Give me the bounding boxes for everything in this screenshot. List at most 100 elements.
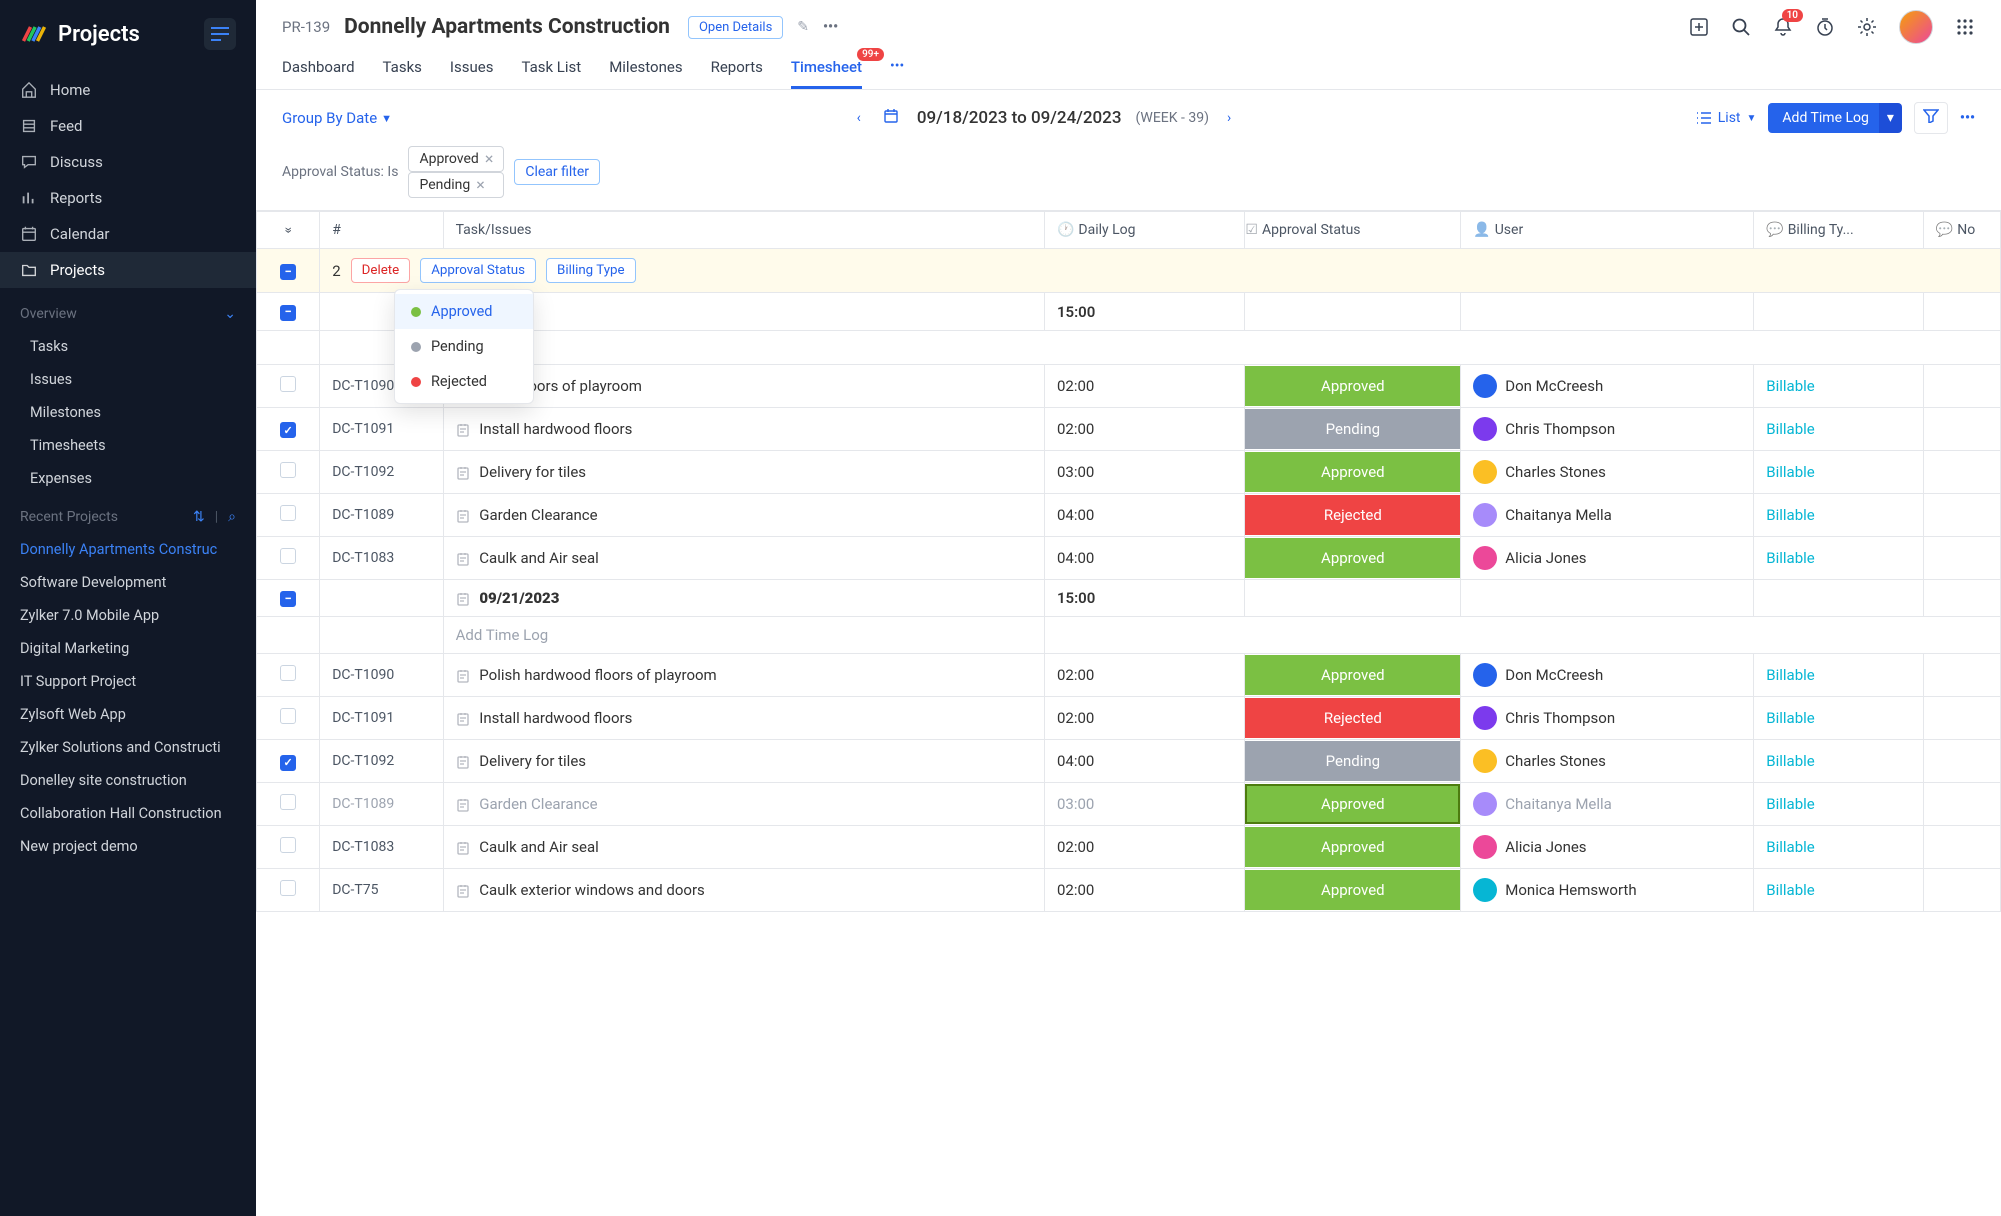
billing-cell[interactable]: Billable: [1754, 493, 1924, 536]
select-partial-checkbox[interactable]: [280, 264, 296, 280]
recent-project-item[interactable]: Zylker 7.0 Mobile App: [0, 599, 256, 632]
billing-cell[interactable]: Billable: [1754, 536, 1924, 579]
tab-timesheet[interactable]: Timesheet99+: [791, 54, 862, 89]
recent-project-item[interactable]: IT Support Project: [0, 665, 256, 698]
task-cell[interactable]: Garden Clearance: [443, 783, 1044, 826]
tab-tasks[interactable]: Tasks: [383, 54, 422, 89]
remove-chip-icon[interactable]: ×: [485, 151, 494, 167]
col-billing[interactable]: 💬Billing Ty...: [1754, 212, 1924, 249]
status-cell[interactable]: Pending: [1245, 407, 1461, 450]
nav-calendar[interactable]: Calendar: [0, 216, 256, 252]
add-time-log-button[interactable]: Add Time Log: [1768, 103, 1882, 133]
user-cell[interactable]: Alicia Jones: [1461, 536, 1754, 579]
more-tabs[interactable]: •••: [890, 54, 904, 89]
billing-cell[interactable]: Billable: [1754, 697, 1924, 740]
user-cell[interactable]: Alicia Jones: [1461, 826, 1754, 869]
filter-button[interactable]: [1914, 102, 1948, 134]
billing-cell[interactable]: Billable: [1754, 654, 1924, 697]
timer-icon[interactable]: [1815, 17, 1835, 37]
user-cell[interactable]: Charles Stones: [1461, 450, 1754, 493]
apps-icon[interactable]: [1955, 17, 1975, 37]
col-daily-log[interactable]: 🕐Daily Log: [1044, 212, 1244, 249]
row-checkbox[interactable]: [280, 665, 296, 681]
status-cell[interactable]: Approved: [1245, 869, 1461, 912]
prev-week-button[interactable]: ‹: [853, 106, 865, 130]
task-cell[interactable]: Polish hardwood floors of playroom: [443, 654, 1044, 697]
nav-feed[interactable]: Feed: [0, 108, 256, 144]
group-by-dropdown[interactable]: Group By Date ▼: [282, 109, 392, 127]
more-icon[interactable]: •••: [823, 19, 838, 35]
gear-icon[interactable]: [1857, 17, 1877, 37]
status-cell[interactable]: Approved: [1245, 450, 1461, 493]
row-checkbox[interactable]: [280, 422, 296, 438]
billing-cell[interactable]: Billable: [1754, 826, 1924, 869]
billing-cell[interactable]: Billable: [1754, 364, 1924, 407]
status-cell[interactable]: Rejected: [1245, 493, 1461, 536]
approval-status-button[interactable]: Approval Status: [420, 258, 536, 283]
status-cell[interactable]: Rejected: [1245, 697, 1461, 740]
user-cell[interactable]: Chaitanya Mella: [1461, 783, 1754, 826]
task-cell[interactable]: Garden Clearance: [443, 493, 1044, 536]
menu-toggle[interactable]: [204, 18, 236, 50]
dropdown-option-pending[interactable]: Pending: [395, 329, 533, 364]
search-icon[interactable]: [1731, 17, 1751, 37]
billing-cell[interactable]: Billable: [1754, 740, 1924, 783]
row-checkbox[interactable]: [280, 548, 296, 564]
row-checkbox[interactable]: [280, 376, 296, 392]
search-icon[interactable]: ⌕: [228, 509, 236, 525]
add-log-row[interactable]: Add Time Log: [257, 617, 2001, 654]
overview-milestones[interactable]: Milestones: [0, 396, 256, 429]
overview-timesheets[interactable]: Timesheets: [0, 429, 256, 462]
nav-home[interactable]: Home: [0, 72, 256, 108]
dropdown-option-approved[interactable]: Approved: [395, 294, 533, 329]
more-options-icon[interactable]: •••: [1960, 110, 1975, 126]
row-checkbox[interactable]: [280, 794, 296, 810]
user-cell[interactable]: Monica Hemsworth: [1461, 869, 1754, 912]
col-task[interactable]: Task/Issues: [443, 212, 1044, 249]
user-cell[interactable]: Chris Thompson: [1461, 697, 1754, 740]
recent-project-item[interactable]: Collaboration Hall Construction: [0, 797, 256, 830]
overview-issues[interactable]: Issues: [0, 363, 256, 396]
billing-cell[interactable]: Billable: [1754, 407, 1924, 450]
row-checkbox[interactable]: [280, 708, 296, 724]
tab-milestones[interactable]: Milestones: [609, 54, 682, 89]
billing-type-button[interactable]: Billing Type: [546, 258, 636, 283]
overview-tasks[interactable]: Tasks: [0, 330, 256, 363]
user-cell[interactable]: Don McCreesh: [1461, 654, 1754, 697]
tab-issues[interactable]: Issues: [450, 54, 494, 89]
dropdown-option-rejected[interactable]: Rejected: [395, 364, 533, 399]
collapse-group-button[interactable]: [280, 591, 296, 607]
status-cell[interactable]: Approved: [1245, 826, 1461, 869]
nav-reports[interactable]: Reports: [0, 180, 256, 216]
clear-filter-button[interactable]: Clear filter: [514, 159, 600, 185]
row-checkbox[interactable]: [280, 505, 296, 521]
filter-icon[interactable]: ⇅: [193, 509, 205, 525]
open-details-button[interactable]: Open Details: [688, 16, 783, 39]
recent-project-item[interactable]: New project demo: [0, 830, 256, 863]
row-checkbox[interactable]: [280, 462, 296, 478]
task-cell[interactable]: Install hardwood floors: [443, 697, 1044, 740]
task-cell[interactable]: Delivery for tiles: [443, 450, 1044, 493]
task-cell[interactable]: Caulk and Air seal: [443, 536, 1044, 579]
billing-cell[interactable]: Billable: [1754, 783, 1924, 826]
billing-cell[interactable]: Billable: [1754, 869, 1924, 912]
expand-all-header[interactable]: »: [257, 212, 320, 249]
nav-projects[interactable]: Projects: [0, 252, 256, 288]
status-cell[interactable]: Pending: [1245, 740, 1461, 783]
tab-task-list[interactable]: Task List: [521, 54, 581, 89]
remove-chip-icon[interactable]: ×: [476, 177, 485, 193]
status-cell[interactable]: Approved: [1245, 536, 1461, 579]
col-notes[interactable]: 💬No: [1923, 212, 2000, 249]
status-cell[interactable]: Approved: [1245, 364, 1461, 407]
recent-project-item[interactable]: Zylker Solutions and Constructi: [0, 731, 256, 764]
status-cell[interactable]: Approved: [1245, 654, 1461, 697]
row-checkbox[interactable]: [280, 837, 296, 853]
edit-icon[interactable]: ✎: [797, 19, 809, 35]
recent-project-item[interactable]: Donelley site construction: [0, 764, 256, 797]
status-cell[interactable]: Approved: [1245, 783, 1461, 826]
task-cell[interactable]: Caulk exterior windows and doors: [443, 869, 1044, 912]
tab-dashboard[interactable]: Dashboard: [282, 54, 355, 89]
task-cell[interactable]: Install hardwood floors: [443, 407, 1044, 450]
tab-reports[interactable]: Reports: [711, 54, 763, 89]
user-cell[interactable]: Chaitanya Mella: [1461, 493, 1754, 536]
